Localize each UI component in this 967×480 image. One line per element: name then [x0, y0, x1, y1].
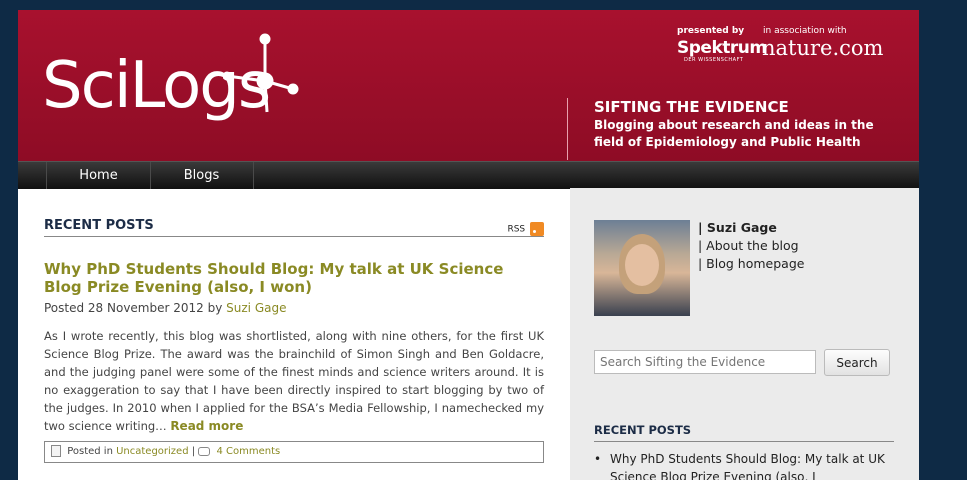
list-bullet-icon: •	[594, 452, 602, 466]
author-avatar[interactable]	[594, 220, 690, 316]
post-title[interactable]: Why PhD Students Should Blog: My talk at…	[44, 260, 544, 296]
presented-by-label: presented by	[677, 26, 745, 36]
category-link[interactable]: Uncategorized	[116, 446, 188, 457]
spektrum-logo[interactable]: Spektrum	[677, 38, 767, 58]
site-header: SciLogs presented by Spektrum DER WISSEN…	[18, 10, 919, 161]
author-link[interactable]: Suzi Gage	[226, 301, 286, 315]
post-meta-bar: Posted in Uncategorized | 4 Comments	[44, 441, 544, 463]
author-name-link[interactable]: | Suzi Gage	[698, 219, 804, 237]
sidebar: | Suzi Gage | About the blog | Blog home…	[570, 188, 919, 480]
header-divider	[567, 98, 568, 160]
rss-icon[interactable]	[530, 222, 544, 236]
document-icon	[51, 445, 61, 457]
spektrum-subtitle: DER WISSENSCHAFT	[684, 57, 744, 63]
blog-homepage-link[interactable]: | Blog homepage	[698, 255, 804, 273]
post-byline: Posted 28 November 2012 by Suzi Gage	[44, 301, 544, 315]
blog-title[interactable]: SIFTING THE EVIDENCE	[594, 98, 789, 116]
avatar-face	[625, 244, 659, 286]
nav-blogs[interactable]: Blogs	[150, 162, 254, 189]
recent-posts-header: RECENT POSTS RSS	[44, 216, 544, 237]
excerpt-text: As I wrote recently, this blog was short…	[44, 329, 544, 433]
association-label: in association with	[763, 26, 847, 36]
main-nav: Home Blogs	[18, 161, 919, 189]
page: SciLogs presented by Spektrum DER WISSEN…	[18, 10, 919, 480]
sidebar-recent-posts-heading: RECENT POSTS	[594, 423, 894, 442]
meta-separator: |	[191, 446, 196, 457]
molecule-logo-icon	[223, 33, 299, 113]
rss-link[interactable]: RSS	[507, 222, 544, 236]
recent-posts-heading: RECENT POSTS	[44, 218, 154, 233]
posted-date: Posted 28 November 2012 by	[44, 301, 223, 315]
author-links: | Suzi Gage | About the blog | Blog home…	[698, 219, 804, 273]
rss-label[interactable]: RSS	[507, 225, 525, 235]
search-button[interactable]: Search	[824, 349, 890, 376]
nature-logo[interactable]: nature.com	[762, 36, 883, 60]
about-blog-link[interactable]: | About the blog	[698, 237, 804, 255]
blog-subtitle: Blogging about research and ideas in the…	[594, 118, 874, 149]
read-more-link[interactable]: Read more	[170, 419, 243, 433]
search-input[interactable]	[594, 350, 816, 374]
comments-link[interactable]: 4 Comments	[217, 446, 281, 457]
nav-home[interactable]: Home	[46, 162, 151, 189]
posted-in-label: Posted in	[67, 446, 113, 457]
post-excerpt: As I wrote recently, this blog was short…	[44, 327, 544, 435]
main-content: RECENT POSTS RSS Why PhD Students Should…	[44, 216, 544, 463]
sidebar-recent-post-link[interactable]: Why PhD Students Should Blog: My talk at…	[610, 450, 890, 480]
comment-icon	[198, 446, 211, 456]
